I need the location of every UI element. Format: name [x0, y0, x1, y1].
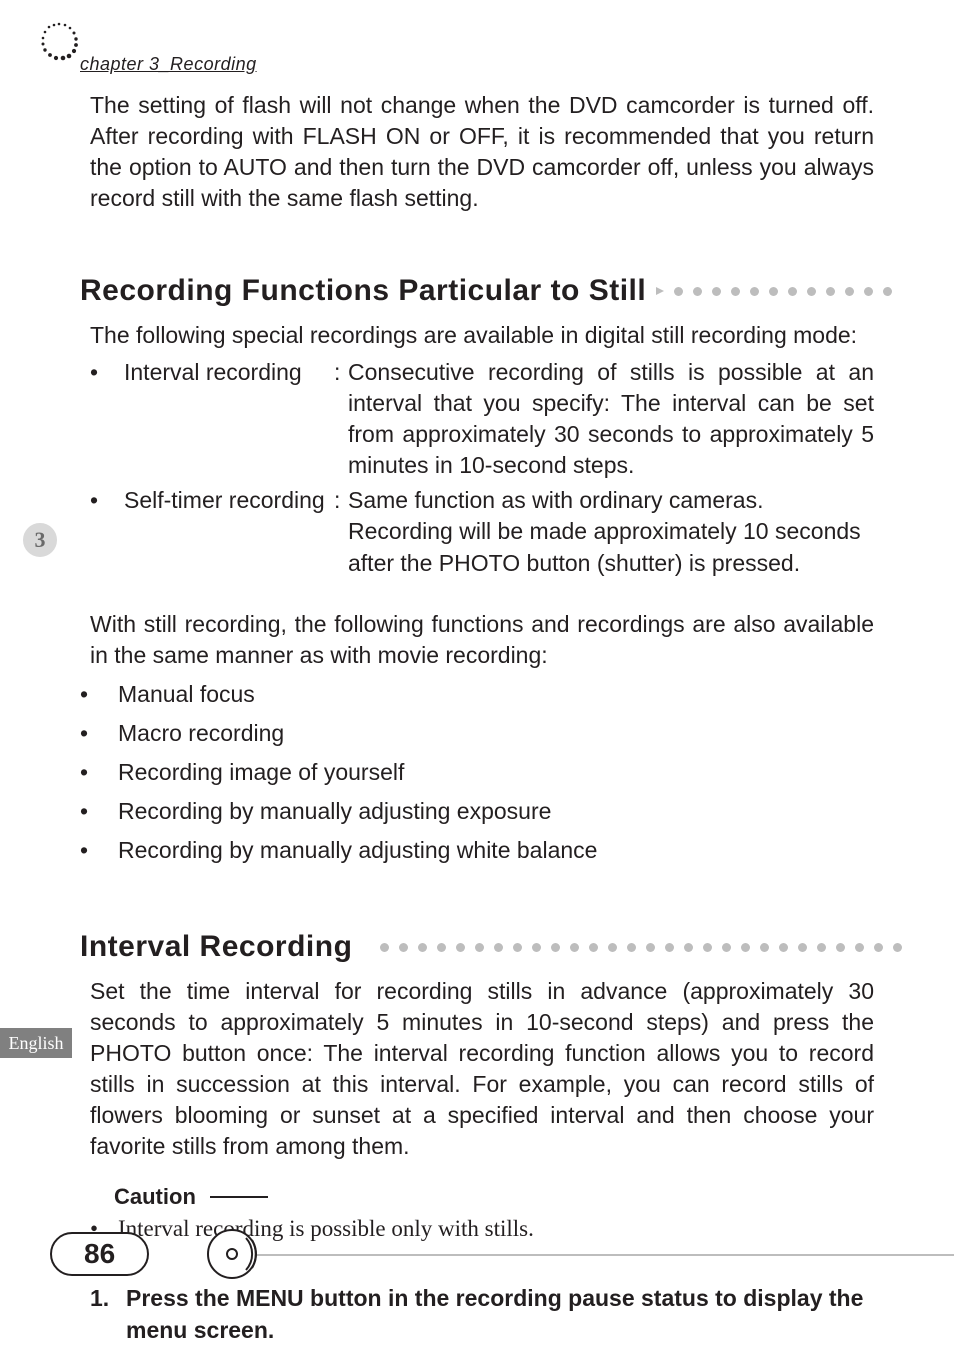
- definition-desc: Consecutive recording of stills is possi…: [348, 357, 874, 481]
- step-row: 1. Press the MENU button in the recordin…: [90, 1282, 874, 1346]
- list-item-text: Recording image of yourself: [118, 753, 404, 792]
- caution-label: Caution: [114, 1184, 196, 1210]
- definition-term: Interval recording: [124, 357, 334, 481]
- svg-text:3: 3: [35, 527, 46, 552]
- also-available-list: •Manual focus •Macro recording •Recordin…: [80, 675, 874, 870]
- step-number: 1.: [90, 1282, 126, 1346]
- list-item-text: Recording by manually adjusting exposure: [118, 792, 551, 831]
- dotted-circle-icon: [38, 20, 80, 62]
- definition-row: • Interval recording : Consecutive recor…: [90, 357, 874, 481]
- definition-row: • Self-timer recording : Same function a…: [90, 485, 874, 578]
- main-content: The setting of flash will not change whe…: [80, 90, 874, 1347]
- caution-rule-icon: [210, 1196, 268, 1198]
- decorative-dots: [674, 287, 892, 296]
- page-footer: 86: [0, 1216, 954, 1276]
- intro-paragraph: The setting of flash will not change whe…: [90, 90, 874, 214]
- definition-term: Self-timer recording: [124, 485, 334, 578]
- chapter-label: chapter 3_Recording: [80, 54, 257, 75]
- chapter-number-badge: 3: [20, 520, 60, 560]
- arrow-icon: [360, 941, 372, 953]
- caution-heading: Caution: [114, 1184, 874, 1210]
- section-title-text: Recording Functions Particular to Still: [80, 274, 646, 308]
- page: chapter 3_Recording 3 English The settin…: [0, 0, 954, 1352]
- list-item: •Manual focus: [80, 675, 874, 714]
- interval-body: Set the time interval for recording stil…: [90, 976, 874, 1162]
- functions-lead: The following special recordings are ava…: [90, 320, 874, 351]
- definition-list: • Interval recording : Consecutive recor…: [90, 357, 874, 578]
- list-item: •Recording by manually adjusting white b…: [80, 831, 874, 870]
- language-tab: English: [0, 1028, 72, 1058]
- arrow-icon: [654, 285, 666, 297]
- list-item: •Recording image of yourself: [80, 753, 874, 792]
- section-title-text: Interval Recording: [80, 930, 352, 964]
- definition-desc: Same function as with ordinary cameras. …: [348, 485, 874, 578]
- list-item: •Recording by manually adjusting exposur…: [80, 792, 874, 831]
- step-list: 1. Press the MENU button in the recordin…: [90, 1282, 874, 1346]
- disc-icon: [206, 1226, 262, 1282]
- list-item-text: Manual focus: [118, 675, 255, 714]
- footer-rule: [248, 1254, 954, 1256]
- decorative-dots: [380, 943, 902, 952]
- section-heading-functions: Recording Functions Particular to Still: [80, 274, 874, 308]
- page-number-pill: 86: [50, 1232, 149, 1276]
- list-item: •Macro recording: [80, 714, 874, 753]
- list-item-text: Recording by manually adjusting white ba…: [118, 831, 597, 870]
- step-text: Press the MENU button in the recording p…: [126, 1282, 874, 1346]
- also-available-lead: With still recording, the following func…: [90, 609, 874, 671]
- section-heading-interval: Interval Recording: [80, 930, 874, 964]
- list-item-text: Macro recording: [118, 714, 284, 753]
